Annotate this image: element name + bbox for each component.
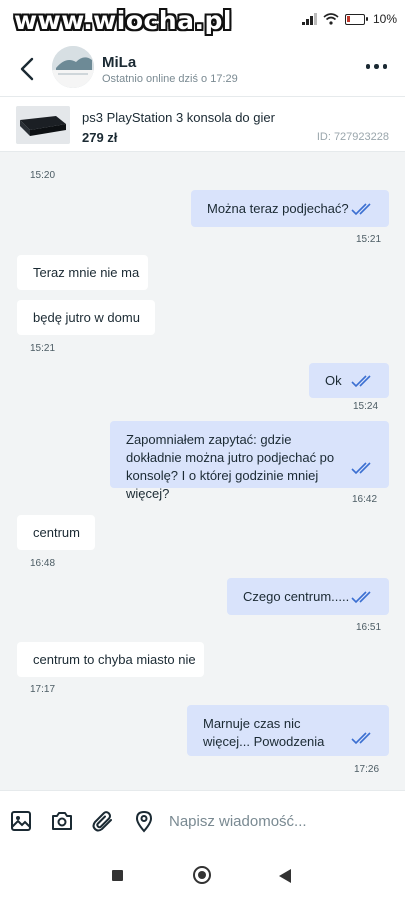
system-back-icon[interactable] — [279, 869, 291, 883]
read-receipt-icon — [351, 591, 371, 604]
outgoing-message[interactable]: Czego centrum..... — [227, 578, 389, 615]
incoming-message[interactable]: centrum — [17, 515, 95, 550]
product-id: ID: 727923228 — [316, 131, 389, 143]
battery-level: 10% — [372, 12, 397, 26]
outgoing-message[interactable]: Ok — [309, 363, 389, 398]
message-time: 15:21 — [356, 234, 382, 245]
message-time: 17:17 — [30, 684, 56, 695]
message-text: centrum to chyba miasto nie — [33, 652, 196, 667]
recent-apps-icon[interactable] — [112, 870, 123, 881]
message-text: Marnuje czas nic więcej... Powodzenia — [203, 716, 325, 749]
message-text: centrum — [33, 525, 80, 540]
location-icon[interactable] — [132, 809, 156, 833]
attach-icon[interactable] — [91, 809, 115, 833]
incoming-message[interactable]: Teraz mnie nie ma — [17, 255, 148, 290]
message-text: Zapomniałem zapytać: gdzie dokładnie moż… — [126, 432, 335, 501]
incoming-message[interactable]: będę jutro w domu — [17, 300, 155, 335]
message-text: Ok — [325, 373, 342, 388]
message-time: 16:42 — [352, 494, 378, 505]
home-icon[interactable] — [193, 866, 211, 884]
message-text: Czego centrum..... — [243, 589, 350, 604]
read-receipt-icon — [351, 462, 371, 475]
watermark: www.wiocha.pl — [14, 6, 232, 35]
message-time: 16:48 — [30, 558, 56, 569]
message-input[interactable]: Napisz wiadomość... — [169, 813, 307, 830]
signal-icon — [302, 13, 317, 25]
read-receipt-icon — [351, 203, 371, 216]
contact-name: MiLa — [102, 54, 137, 71]
message-text: będę jutro w domu — [33, 310, 140, 325]
message-time: 15:24 — [353, 401, 379, 412]
message-time: 16:51 — [356, 622, 382, 633]
message-time: 15:21 — [30, 343, 56, 354]
battery-icon — [344, 13, 368, 25]
product-thumbnail — [16, 106, 70, 144]
chat-header: MiLa Ostatnio online dziś o 17:29 — [0, 44, 405, 96]
product-price: 279 zł — [82, 130, 118, 145]
message-text: Teraz mnie nie ma — [33, 265, 140, 280]
image-icon[interactable] — [9, 809, 33, 833]
back-arrow-icon[interactable] — [16, 56, 40, 82]
system-nav-bar — [0, 850, 405, 900]
avatar[interactable] — [52, 46, 94, 88]
camera-icon[interactable] — [50, 809, 74, 833]
contact-last-seen: Ostatnio online dziś o 17:29 — [102, 73, 238, 85]
message-text: Można teraz podjechać? — [207, 201, 349, 216]
message-time: 17:26 — [354, 764, 380, 775]
outgoing-message[interactable]: Marnuje czas nic więcej... Powodzenia — [187, 705, 389, 756]
read-receipt-icon — [351, 732, 371, 745]
message-time: 15:20 — [30, 170, 56, 181]
more-options-icon[interactable] — [365, 64, 387, 69]
listing-card[interactable]: ps3 PlayStation 3 konsola do gier 279 zł… — [0, 96, 405, 152]
outgoing-message[interactable]: Można teraz podjechać? — [191, 190, 389, 227]
product-title: ps3 PlayStation 3 konsola do gier — [82, 110, 275, 125]
read-receipt-icon — [351, 375, 371, 388]
status-bar: www.wiocha.pl 10% — [0, 0, 405, 44]
status-icons: 10% — [302, 12, 397, 26]
wifi-icon — [323, 13, 339, 25]
message-composer: Napisz wiadomość... — [0, 790, 405, 850]
incoming-message[interactable]: centrum to chyba miasto nie — [17, 642, 204, 677]
outgoing-message[interactable]: Zapomniałem zapytać: gdzie dokładnie moż… — [110, 421, 389, 501]
